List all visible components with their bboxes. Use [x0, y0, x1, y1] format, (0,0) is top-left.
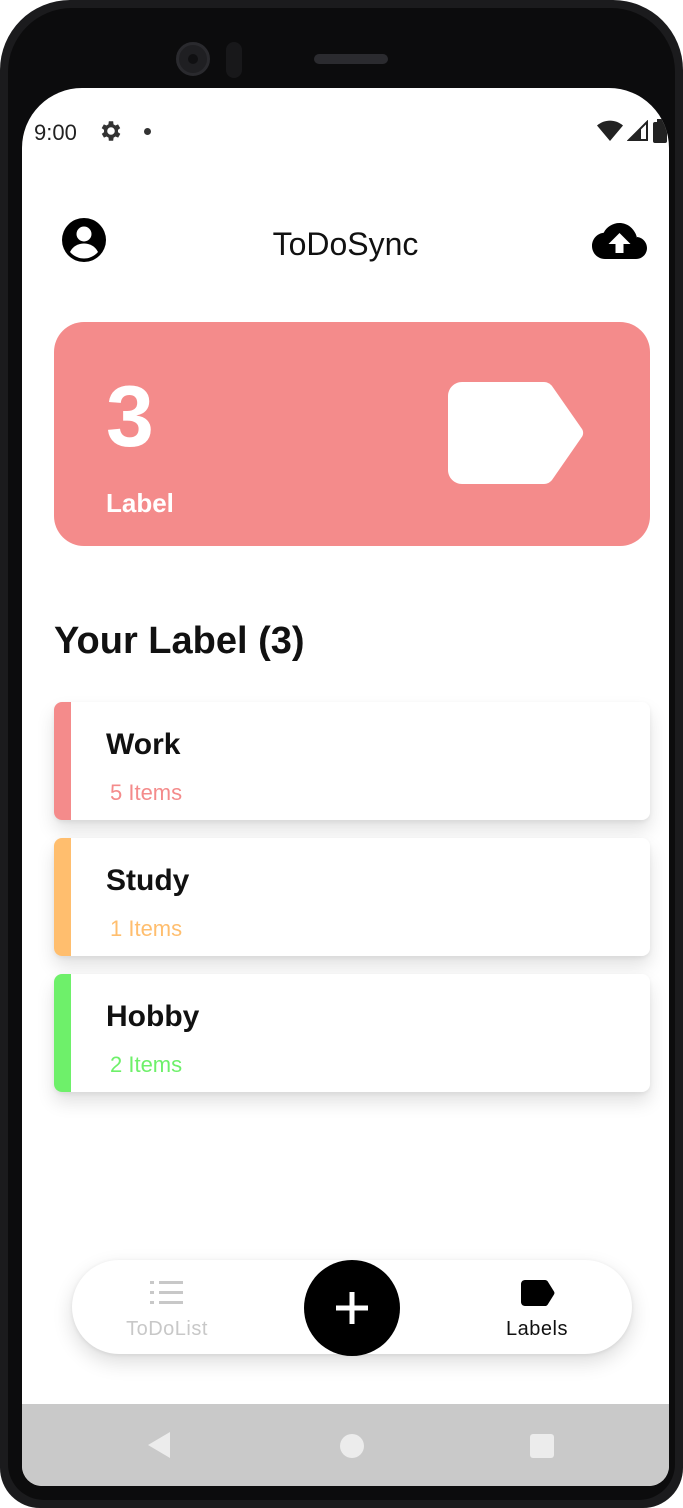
label-card-hobby[interactable]: Hobby 2 Items [54, 974, 650, 1092]
label-item-count: 2 Items [110, 1052, 183, 1077]
label-card-work[interactable]: Work 5 Items [54, 702, 650, 820]
label-card-study[interactable]: Study 1 Items [54, 838, 650, 956]
notification-dot [144, 128, 151, 135]
label-item-count: 5 Items [110, 780, 183, 805]
signal-icon [627, 120, 648, 141]
status-indicators [597, 118, 667, 144]
home-icon[interactable] [340, 1434, 364, 1458]
add-fab-button[interactable] [304, 1260, 400, 1356]
cloud-upload-icon[interactable] [592, 218, 648, 266]
nav-todolist-label: ToDoList [126, 1318, 208, 1340]
recents-icon[interactable] [530, 1434, 554, 1458]
app-title: ToDoSync [272, 226, 419, 262]
earpiece-speaker [314, 54, 388, 64]
label-summary-card[interactable]: 3 Label [54, 322, 650, 546]
label-icon [521, 1280, 555, 1306]
proximity-sensor [226, 42, 242, 78]
label-color-bar [54, 702, 71, 820]
plus-icon [336, 1292, 368, 1324]
label-item-count: 1 Items [110, 916, 183, 941]
phone-frame: 9:00 ToDoSync 3 Label Your Label (3) Wor… [0, 0, 683, 1508]
list-icon [150, 1281, 183, 1304]
status-time: 9:00 [34, 120, 77, 145]
nav-todolist[interactable]: ToDoList [122, 1278, 212, 1342]
summary-label: Label [106, 488, 174, 518]
app-bar: ToDoSync [22, 188, 669, 298]
label-name: Study [106, 864, 190, 897]
label-color-bar [54, 838, 71, 956]
back-icon[interactable] [146, 1430, 172, 1460]
app-screen: 9:00 ToDoSync 3 Label Your Label (3) Wor… [22, 88, 669, 1486]
wifi-icon [597, 120, 623, 141]
label-tag-icon [448, 382, 584, 484]
system-navigation-bar [22, 1404, 669, 1486]
label-name: Hobby [106, 1000, 200, 1033]
settings-icon [101, 121, 121, 141]
front-camera [176, 42, 210, 76]
label-count: 3 [106, 369, 154, 465]
label-color-bar [54, 974, 71, 1092]
label-list: Work 5 Items Study 1 Items Hobby 2 Items [54, 702, 650, 1110]
nav-labels-label: Labels [506, 1318, 568, 1340]
battery-icon [653, 119, 667, 143]
section-title: Your Label (3) [54, 620, 305, 662]
status-bar: 9:00 [22, 88, 669, 174]
label-name: Work [106, 728, 181, 761]
nav-labels[interactable]: Labels [492, 1278, 582, 1342]
